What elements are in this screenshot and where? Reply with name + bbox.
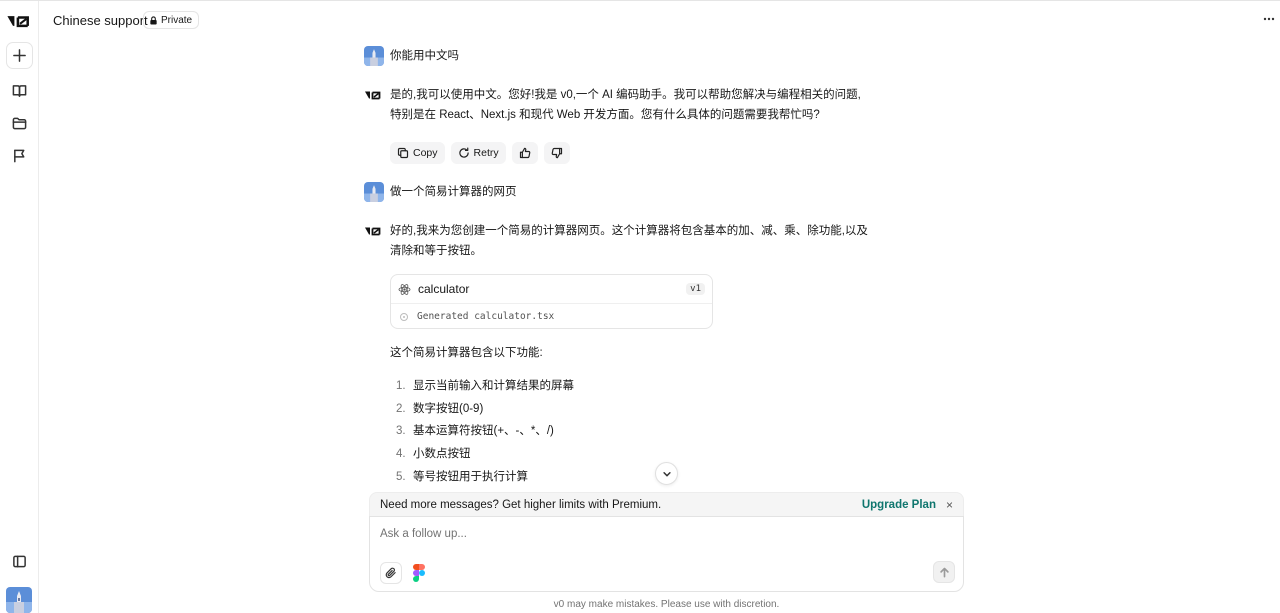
send-button[interactable] xyxy=(933,561,955,583)
user-avatar-message xyxy=(364,46,384,66)
list-item-text: 小数点按钮 xyxy=(413,448,471,461)
code-card-status-text: Generated calculator.tsx xyxy=(417,311,555,322)
v0-assistant-icon xyxy=(365,91,381,100)
list-item-text: 等号按钮用于执行计算 xyxy=(413,470,528,483)
follow-up-input[interactable] xyxy=(380,528,880,540)
thumbs-up-icon xyxy=(519,147,530,159)
chat-title[interactable]: Chinese support xyxy=(53,13,148,28)
list-item: 2. 数字按钮(0-9) xyxy=(396,398,574,421)
assistant-message-line: 是的,我可以使用中文。您好!我是 v0,一个 AI 编码助手。我可以帮助您解决与… xyxy=(390,89,861,101)
v0-logo[interactable] xyxy=(6,13,34,29)
avatar-image xyxy=(364,46,384,66)
premium-banner: Need more messages? Get higher limits wi… xyxy=(369,492,964,517)
plus-icon xyxy=(13,49,26,62)
figma-icon[interactable] xyxy=(413,564,425,582)
sidebar-item-projects[interactable] xyxy=(6,110,33,137)
code-card-title: calculator xyxy=(418,282,470,296)
close-banner-button[interactable]: × xyxy=(946,498,953,512)
retry-icon xyxy=(458,147,469,158)
sidebar-item-library[interactable] xyxy=(6,77,33,104)
list-item-text: 数字按钮(0-9) xyxy=(413,402,484,415)
disclaimer-text: v0 may make mistakes. Please use with di… xyxy=(553,599,780,610)
folder-icon xyxy=(12,117,27,130)
flag-icon xyxy=(14,149,25,163)
list-item-number: 5. xyxy=(396,470,406,483)
assistant-message: 是的,我可以使用中文。您好!我是 v0,一个 AI 编码助手。我可以帮助您解决与… xyxy=(390,85,861,125)
react-icon xyxy=(398,283,411,295)
scroll-to-bottom-button[interactable] xyxy=(655,462,678,485)
thumbs-up-button[interactable] xyxy=(511,142,538,164)
code-block-card[interactable]: calculator v1 Generated calculator.tsx xyxy=(390,274,713,329)
more-horizontal-icon xyxy=(1263,17,1275,21)
list-item: 5. 等号按钮用于执行计算 xyxy=(396,466,574,489)
panel-icon xyxy=(13,555,26,568)
toggle-sidebar-button[interactable] xyxy=(6,548,33,575)
book-icon xyxy=(12,85,27,97)
new-chat-button[interactable] xyxy=(6,42,33,69)
arrow-up-icon xyxy=(939,567,949,577)
copy-icon xyxy=(397,147,409,159)
version-badge: v1 xyxy=(686,283,705,295)
list-item-number: 1. xyxy=(396,380,406,392)
avatar-image xyxy=(364,182,384,202)
top-divider xyxy=(0,0,1280,1)
private-label: Private xyxy=(161,14,193,26)
message-actions: Copy Retry xyxy=(390,142,570,164)
more-options-button[interactable] xyxy=(1262,11,1276,27)
retry-label: Retry xyxy=(473,147,499,159)
features-list: 1. 显示当前输入和计算结果的屏幕 2. 数字按钮(0-9) 3. 基本运算符按钮(+… xyxy=(396,375,574,489)
attach-button[interactable] xyxy=(380,562,402,584)
sidebar-item-feedback[interactable] xyxy=(6,142,33,169)
message-composer xyxy=(369,516,964,592)
list-item-text: 显示当前输入和计算结果的屏幕 xyxy=(413,380,574,392)
list-item-text: 基本运算符按钮(+、-、*、/) xyxy=(413,425,554,438)
chevron-down-icon xyxy=(662,471,671,476)
copy-button[interactable]: Copy xyxy=(390,142,445,164)
sidebar xyxy=(0,1,39,613)
user-message: 你能用中文吗 xyxy=(390,50,459,62)
thumbs-down-button[interactable] xyxy=(543,142,570,164)
retry-button[interactable]: Retry xyxy=(450,142,506,164)
user-message: 做一个简易计算器的网页 xyxy=(390,186,517,198)
v0-assistant-icon xyxy=(365,227,381,236)
list-item: 3. 基本运算符按钮(+、-、*、/) xyxy=(396,420,574,443)
status-dot-icon xyxy=(400,312,408,321)
copy-label: Copy xyxy=(413,147,438,159)
thumbs-down-icon xyxy=(551,147,562,159)
list-item-number: 3. xyxy=(396,425,406,438)
list-item-number: 4. xyxy=(396,448,406,461)
features-intro: 这个简易计算器包含以下功能: xyxy=(390,347,543,359)
paperclip-icon xyxy=(385,567,396,579)
assistant-message-line: 好的,我来为您创建一个简易的计算器网页。这个计算器将包含基本的加、减、乘、除功能… xyxy=(390,225,868,237)
code-card-status: Generated calculator.tsx xyxy=(391,304,712,329)
assistant-message-line: 特别是在 React、Next.js 和现代 Web 开发方面。您有什么具体的问… xyxy=(390,109,820,121)
lock-icon xyxy=(150,15,157,25)
assistant-message: 好的,我来为您创建一个简易的计算器网页。这个计算器将包含基本的加、减、乘、除功能… xyxy=(390,221,868,261)
premium-message: Need more messages? Get higher limits wi… xyxy=(380,499,662,511)
assistant-message-line: 清除和等于按钮。 xyxy=(390,245,482,257)
upgrade-plan-link[interactable]: Upgrade Plan xyxy=(862,499,936,511)
list-item: 1. 显示当前输入和计算结果的屏幕 xyxy=(396,375,574,398)
list-item-number: 2. xyxy=(396,402,406,415)
list-item: 4. 小数点按钮 xyxy=(396,443,574,466)
visibility-badge[interactable]: Private xyxy=(143,11,200,29)
user-avatar-message xyxy=(364,182,384,202)
code-card-header: calculator v1 xyxy=(391,275,712,304)
